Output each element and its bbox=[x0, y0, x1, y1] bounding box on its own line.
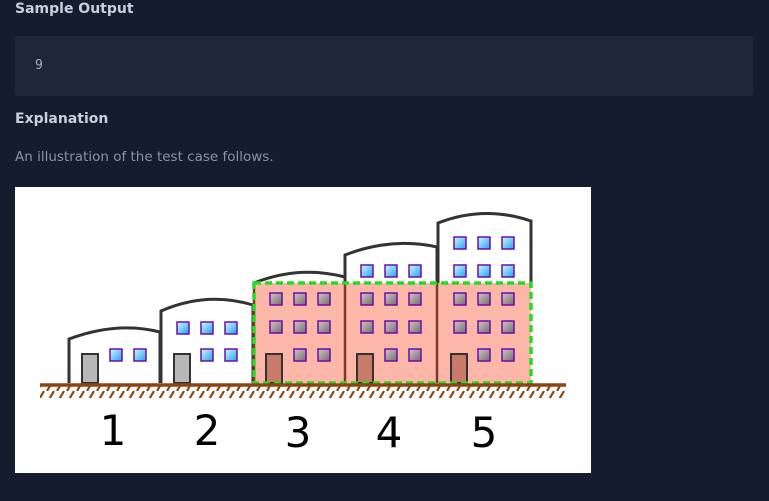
door bbox=[450, 353, 468, 384]
building-2 bbox=[159, 297, 255, 384]
door bbox=[173, 353, 191, 384]
explanation-text: An illustration of the test case follows… bbox=[15, 149, 274, 165]
ground bbox=[40, 383, 566, 398]
illustration-image: 1 2 3 4 5 bbox=[15, 187, 591, 473]
sample-output-value: 9 bbox=[35, 58, 43, 73]
building-label-2: 2 bbox=[194, 406, 221, 455]
door bbox=[265, 353, 283, 384]
door bbox=[356, 353, 374, 384]
sample-output-code-block: 9 bbox=[15, 36, 753, 96]
building-label-3: 3 bbox=[285, 408, 312, 457]
explanation-heading: Explanation bbox=[15, 111, 109, 127]
door bbox=[81, 353, 99, 384]
building-label-5: 5 bbox=[471, 408, 498, 457]
building-label-4: 4 bbox=[376, 408, 403, 457]
building-label-1: 1 bbox=[100, 406, 127, 455]
building-1 bbox=[67, 326, 162, 384]
sample-output-heading: Sample Output bbox=[15, 1, 134, 17]
